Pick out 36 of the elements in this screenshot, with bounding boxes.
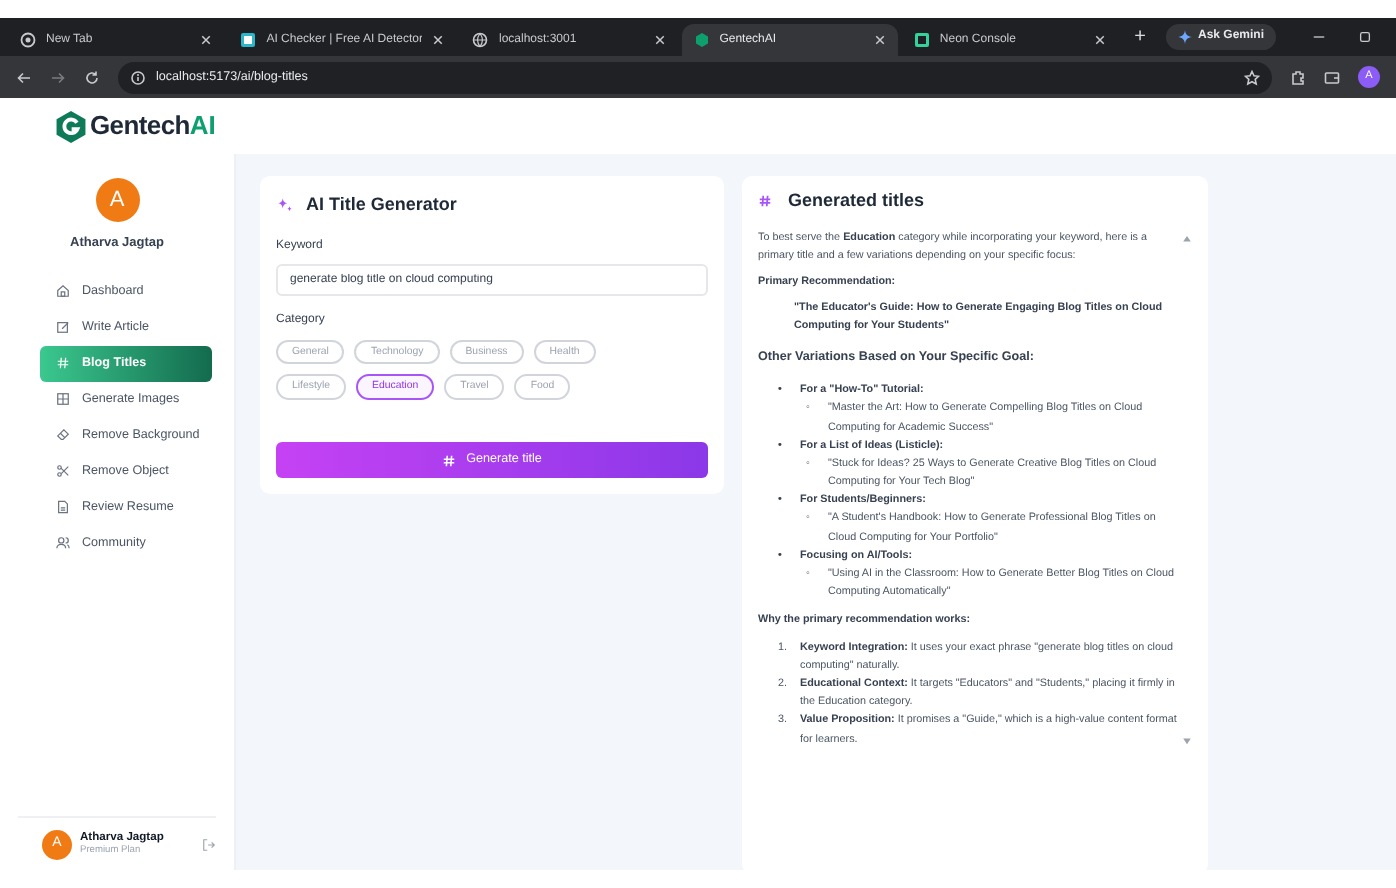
neon-icon	[913, 32, 930, 48]
image-icon	[56, 392, 70, 407]
cast-icon[interactable]	[1324, 69, 1340, 85]
star-icon[interactable]	[1244, 69, 1260, 85]
close-icon[interactable]	[873, 34, 886, 46]
logo-accent: AI	[189, 108, 216, 145]
sparkle-icon	[1177, 30, 1192, 44]
card-title: Generated titles	[788, 188, 925, 214]
extensions-icon[interactable]	[1290, 69, 1306, 85]
maximize-icon[interactable]	[1358, 30, 1372, 44]
close-icon[interactable]	[432, 34, 445, 46]
site-info-icon[interactable]	[130, 69, 146, 85]
card-title: AI Title Generator	[306, 192, 457, 218]
forward-icon[interactable]	[50, 69, 66, 85]
new-tab-button[interactable]: +	[1122, 22, 1158, 52]
hash-icon	[758, 194, 772, 209]
close-icon[interactable]	[200, 34, 213, 46]
back-icon[interactable]	[16, 69, 32, 85]
logo-icon	[54, 109, 88, 143]
edit-icon	[56, 320, 70, 335]
minimize-icon[interactable]	[1312, 30, 1326, 44]
close-icon[interactable]	[1094, 34, 1107, 46]
scissors-icon	[56, 464, 70, 479]
reload-icon[interactable]	[84, 69, 100, 85]
hash-icon	[442, 453, 457, 467]
eraser-icon	[56, 428, 70, 443]
users-icon	[56, 536, 70, 551]
sparkles-icon	[276, 196, 294, 215]
checker-icon	[240, 32, 257, 48]
user-avatar: A	[95, 178, 139, 222]
home-icon	[56, 284, 70, 299]
document-icon	[56, 500, 70, 515]
hash-icon	[56, 356, 70, 371]
logo-text: Gentech	[90, 108, 190, 145]
close-icon[interactable]	[653, 34, 666, 46]
hexagon-icon	[693, 32, 710, 48]
